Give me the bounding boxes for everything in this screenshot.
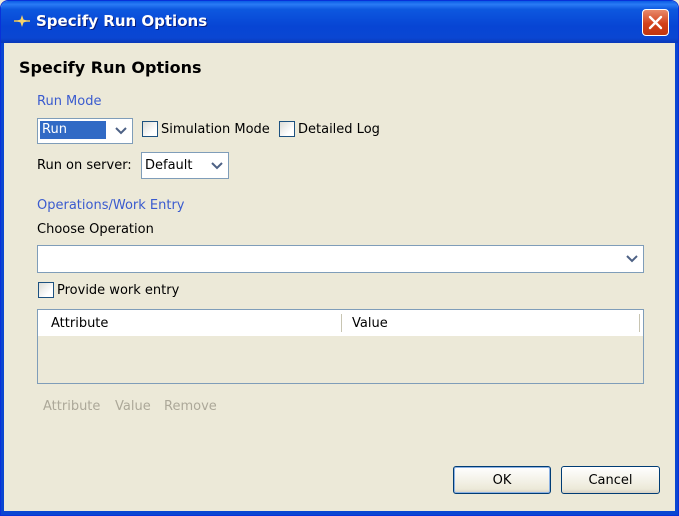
- server-selected-value: Default: [145, 158, 193, 173]
- run-mode-section-label: Run Mode: [37, 94, 102, 109]
- cancel-button[interactable]: Cancel: [561, 466, 660, 494]
- run-on-server-label: Run on server:: [37, 158, 132, 173]
- remove-link[interactable]: Remove: [164, 399, 217, 414]
- provide-work-entry-checkbox[interactable]: [38, 282, 54, 298]
- detailed-log-label: Detailed Log: [298, 122, 380, 137]
- chevron-down-icon[interactable]: [207, 154, 227, 177]
- ok-button[interactable]: OK: [453, 466, 551, 494]
- close-button[interactable]: [642, 9, 669, 36]
- server-select[interactable]: Default: [141, 152, 229, 179]
- window-title: Specify Run Options: [36, 12, 208, 30]
- close-x-icon: [648, 15, 663, 30]
- window-frame-bottom: [1, 511, 678, 515]
- add-value-link[interactable]: Value: [115, 399, 151, 414]
- table-header-row: Attribute Value: [38, 310, 643, 337]
- window-frame-right: [675, 43, 678, 515]
- work-entry-table[interactable]: Attribute Value: [37, 309, 644, 384]
- choose-operation-select[interactable]: [37, 245, 644, 273]
- column-header-attribute[interactable]: Attribute: [51, 316, 108, 331]
- operations-section-label: Operations/Work Entry: [37, 198, 185, 213]
- simulation-mode-label: Simulation Mode: [161, 122, 270, 137]
- chevron-down-icon[interactable]: [622, 247, 642, 271]
- chevron-down-icon[interactable]: [111, 120, 131, 142]
- run-mode-select[interactable]: Run: [37, 118, 133, 144]
- column-divider[interactable]: [639, 314, 640, 332]
- simulation-mode-checkbox[interactable]: [142, 121, 158, 137]
- app-spark-icon: [13, 14, 31, 28]
- add-attribute-link[interactable]: Attribute: [43, 399, 100, 414]
- column-divider[interactable]: [341, 314, 342, 332]
- choose-operation-label: Choose Operation: [37, 222, 154, 237]
- provide-work-entry-label: Provide work entry: [57, 283, 180, 298]
- title-bar[interactable]: Specify Run Options: [1, 1, 678, 43]
- window-frame-left: [1, 43, 4, 515]
- page-heading: Specify Run Options: [19, 58, 202, 77]
- dialog-window: Specify Run Options Specify Run Options …: [0, 0, 679, 516]
- run-mode-selected-value: Run: [40, 121, 106, 139]
- detailed-log-checkbox[interactable]: [279, 121, 295, 137]
- column-header-value[interactable]: Value: [352, 316, 388, 331]
